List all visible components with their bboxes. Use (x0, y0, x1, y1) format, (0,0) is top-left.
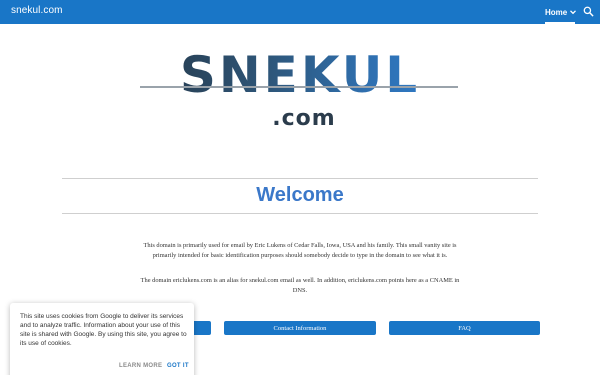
page-heading: Welcome (256, 184, 344, 206)
site-title[interactable]: snekul.com (11, 5, 63, 16)
got-it-button[interactable]: GOT IT (167, 363, 189, 369)
logo-strike-line (140, 86, 458, 88)
divider-top (62, 178, 538, 179)
faq-button[interactable]: FAQ (389, 321, 540, 335)
search-icon[interactable] (583, 6, 594, 17)
site-logo: SNEKUL .com (140, 50, 470, 140)
logo-domain-suffix: .com (272, 106, 336, 131)
nav-item-home[interactable]: Home (545, 0, 577, 24)
divider-bottom (62, 213, 538, 214)
intro-paragraph: This domain is primarily used for email … (143, 242, 457, 259)
contact-information-button[interactable]: Contact Information (224, 321, 376, 335)
chevron-down-icon (570, 10, 577, 15)
cookie-consent-banner: This site uses cookies from Google to de… (10, 303, 194, 375)
cookie-notice-text: This site uses cookies from Google to de… (20, 313, 187, 347)
top-app-bar: snekul.com Home (0, 0, 600, 24)
nav-home-label: Home (545, 7, 568, 17)
alias-paragraph: The domain ericlukens.com is an alias fo… (140, 277, 460, 294)
learn-more-button[interactable]: LEARN MORE (119, 363, 162, 369)
active-nav-indicator (545, 22, 575, 24)
logo-wordmark: SNEKUL (140, 50, 460, 100)
